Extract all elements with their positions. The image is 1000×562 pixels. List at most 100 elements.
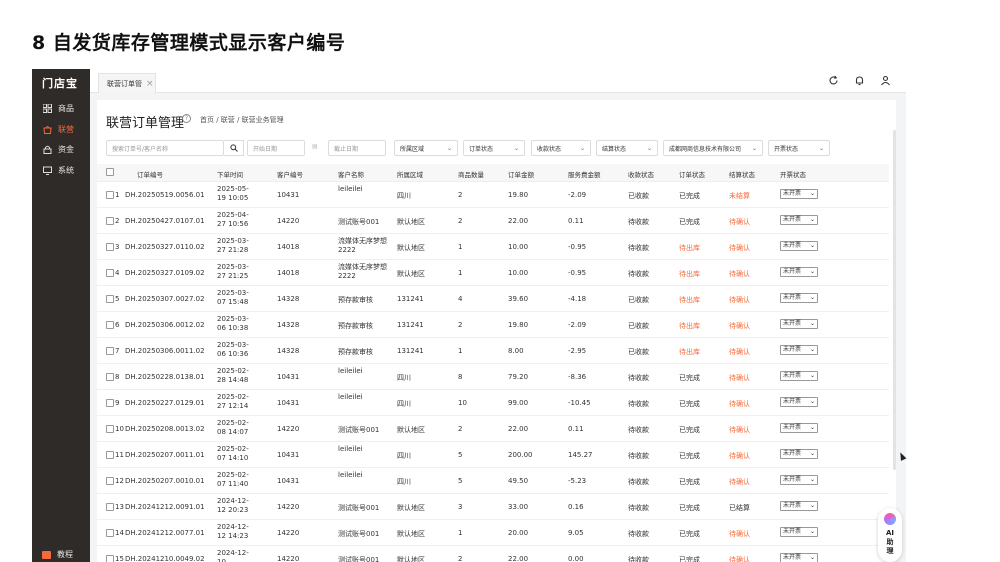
row-checkbox[interactable] <box>106 503 114 511</box>
scrollbar[interactable] <box>893 130 896 470</box>
bell-icon[interactable] <box>854 75 866 87</box>
customer-number: 10431 <box>277 373 300 381</box>
invoice-select[interactable]: 未开票 ⌄ <box>780 423 818 433</box>
invoice-select[interactable]: 未开票 ⌄ <box>780 319 818 329</box>
order-status: 待出库 <box>679 244 700 252</box>
row-checkbox[interactable] <box>106 373 114 381</box>
order-amount: 19.80 <box>508 191 529 199</box>
customer-name: leileilei <box>338 445 363 453</box>
sidebar-item-funds[interactable]: 资金 <box>42 142 74 156</box>
select-all-checkbox[interactable] <box>106 168 114 176</box>
order-number: DH.20250427.0107.01 <box>125 217 205 225</box>
order-amount: 99.00 <box>508 399 529 407</box>
service-fee: -5.23 <box>568 477 587 485</box>
sidebar-item-system[interactable]: 系统 <box>42 163 74 177</box>
invoice-select[interactable]: 未开票 ⌄ <box>780 293 818 303</box>
row-checkbox[interactable] <box>106 217 114 225</box>
quantity: 4 <box>458 295 463 303</box>
row-checkbox[interactable] <box>106 269 114 277</box>
invoice-select[interactable]: 未开票 ⌄ <box>780 501 818 511</box>
invoice-value: 未开票 <box>783 502 802 509</box>
invoice-select[interactable]: 未开票 ⌄ <box>780 449 818 459</box>
sidebar-tutorial[interactable]: 教程 <box>42 549 73 560</box>
payment-status: 已收款 <box>628 296 649 304</box>
row-index: 9 <box>115 399 120 407</box>
order-status: 已完成 <box>679 400 700 408</box>
invoice-select[interactable]: 未开票 ⌄ <box>780 215 818 225</box>
search-input[interactable]: 搜索订单号/客户名称 <box>106 140 224 156</box>
service-fee: -0.95 <box>568 269 587 277</box>
settle-status: 待确认 <box>729 244 750 252</box>
settle-status-label: 结算状态 <box>602 145 627 153</box>
invoice-select[interactable]: 未开票 ⌄ <box>780 267 818 277</box>
customer-name: leileilei <box>338 185 363 193</box>
app-logo: 门店宝 <box>42 77 78 90</box>
row-index: 15 <box>115 555 124 562</box>
order-status-select[interactable]: 订单状态 ⌄ <box>463 140 525 156</box>
header-amount: 订单金额 <box>508 171 534 179</box>
invoice-select[interactable]: 未开票 ⌄ <box>780 527 818 537</box>
row-checkbox[interactable] <box>106 295 114 303</box>
order-amount: 19.80 <box>508 321 529 329</box>
start-date-field[interactable]: 开始日期 <box>247 140 305 156</box>
order-status: 已完成 <box>679 192 700 200</box>
ai-label-2: 助 <box>886 538 894 546</box>
order-amount: 8.00 <box>508 347 524 355</box>
payment-status: 待收款 <box>628 400 649 408</box>
settle-status-select[interactable]: 结算状态 ⌄ <box>596 140 658 156</box>
row-checkbox[interactable] <box>106 399 114 407</box>
order-time: 2025-02-07 11:40 <box>217 471 249 488</box>
customer-number: 14018 <box>277 269 300 277</box>
sidebar-item-products[interactable]: 商品 <box>42 101 74 115</box>
payment-status: 待收款 <box>628 504 649 512</box>
service-fee: 0.11 <box>568 217 584 225</box>
invoice-status-select[interactable]: 开票状态 ⌄ <box>768 140 830 156</box>
row-checkbox[interactable] <box>106 425 114 433</box>
invoice-select[interactable]: 未开票 ⌄ <box>780 553 818 562</box>
slide-title: 8 自发货库存管理模式显示客户编号 <box>32 32 346 54</box>
row-index: 2 <box>115 217 120 225</box>
help-icon[interactable]: ? <box>182 114 191 123</box>
search-icon[interactable] <box>224 140 244 156</box>
invoice-select[interactable]: 未开票 ⌄ <box>780 345 818 355</box>
service-fee: -2.95 <box>568 347 587 355</box>
ai-assistant-button[interactable]: AI 助 理 <box>878 508 902 562</box>
row-checkbox[interactable] <box>106 555 114 562</box>
region: 默认地区 <box>397 556 425 562</box>
close-icon[interactable]: × <box>146 79 154 89</box>
row-checkbox[interactable] <box>106 321 114 329</box>
row-checkbox[interactable] <box>106 451 114 459</box>
invoice-select[interactable]: 未开票 ⌄ <box>780 397 818 407</box>
customer-name: 预存款审核 <box>338 322 373 330</box>
region-select[interactable]: 所属区域 ⌄ <box>394 140 458 156</box>
row-checkbox[interactable] <box>106 529 114 537</box>
row-checkbox[interactable] <box>106 243 114 251</box>
header-cust-no: 客户编号 <box>277 171 303 179</box>
topbar: 联营订单管 × <box>90 69 906 93</box>
sidebar-item-joint[interactable]: 联营 <box>42 122 74 136</box>
row-index: 4 <box>115 269 120 277</box>
row-checkbox[interactable] <box>106 191 114 199</box>
order-time: 2025-03-27 21:25 <box>217 263 249 280</box>
row-index: 1 <box>115 191 120 199</box>
payment-status-select[interactable]: 收款状态 ⌄ <box>531 140 591 156</box>
invoice-select[interactable]: 未开票 ⌄ <box>780 371 818 381</box>
user-icon[interactable] <box>880 75 892 87</box>
payment-status: 待收款 <box>628 530 649 538</box>
company-select[interactable]: 成都网商信息技术有限公司 ⌄ <box>663 140 763 156</box>
invoice-select[interactable]: 未开票 ⌄ <box>780 475 818 485</box>
chevron-down-icon: ⌄ <box>646 145 652 152</box>
payment-status: 待收款 <box>628 556 649 562</box>
refresh-icon[interactable] <box>828 75 840 87</box>
tab-joint-orders[interactable]: 联营订单管 × <box>98 73 156 93</box>
header-status: 订单状态 <box>679 171 705 179</box>
invoice-select[interactable]: 未开票 ⌄ <box>780 241 818 251</box>
app-window: 门店宝 商品 联营 资金 系统 教程 联营订单管 × 联营订单管理 ? 首页 /… <box>32 69 906 562</box>
row-checkbox[interactable] <box>106 347 114 355</box>
end-date-field[interactable]: 截止日期 <box>328 140 386 156</box>
order-amount: 33.00 <box>508 503 529 511</box>
row-checkbox[interactable] <box>106 477 114 485</box>
quantity: 5 <box>458 477 463 485</box>
invoice-select[interactable]: 未开票 ⌄ <box>780 189 818 199</box>
sidebar-item-label: 联营 <box>58 124 74 134</box>
